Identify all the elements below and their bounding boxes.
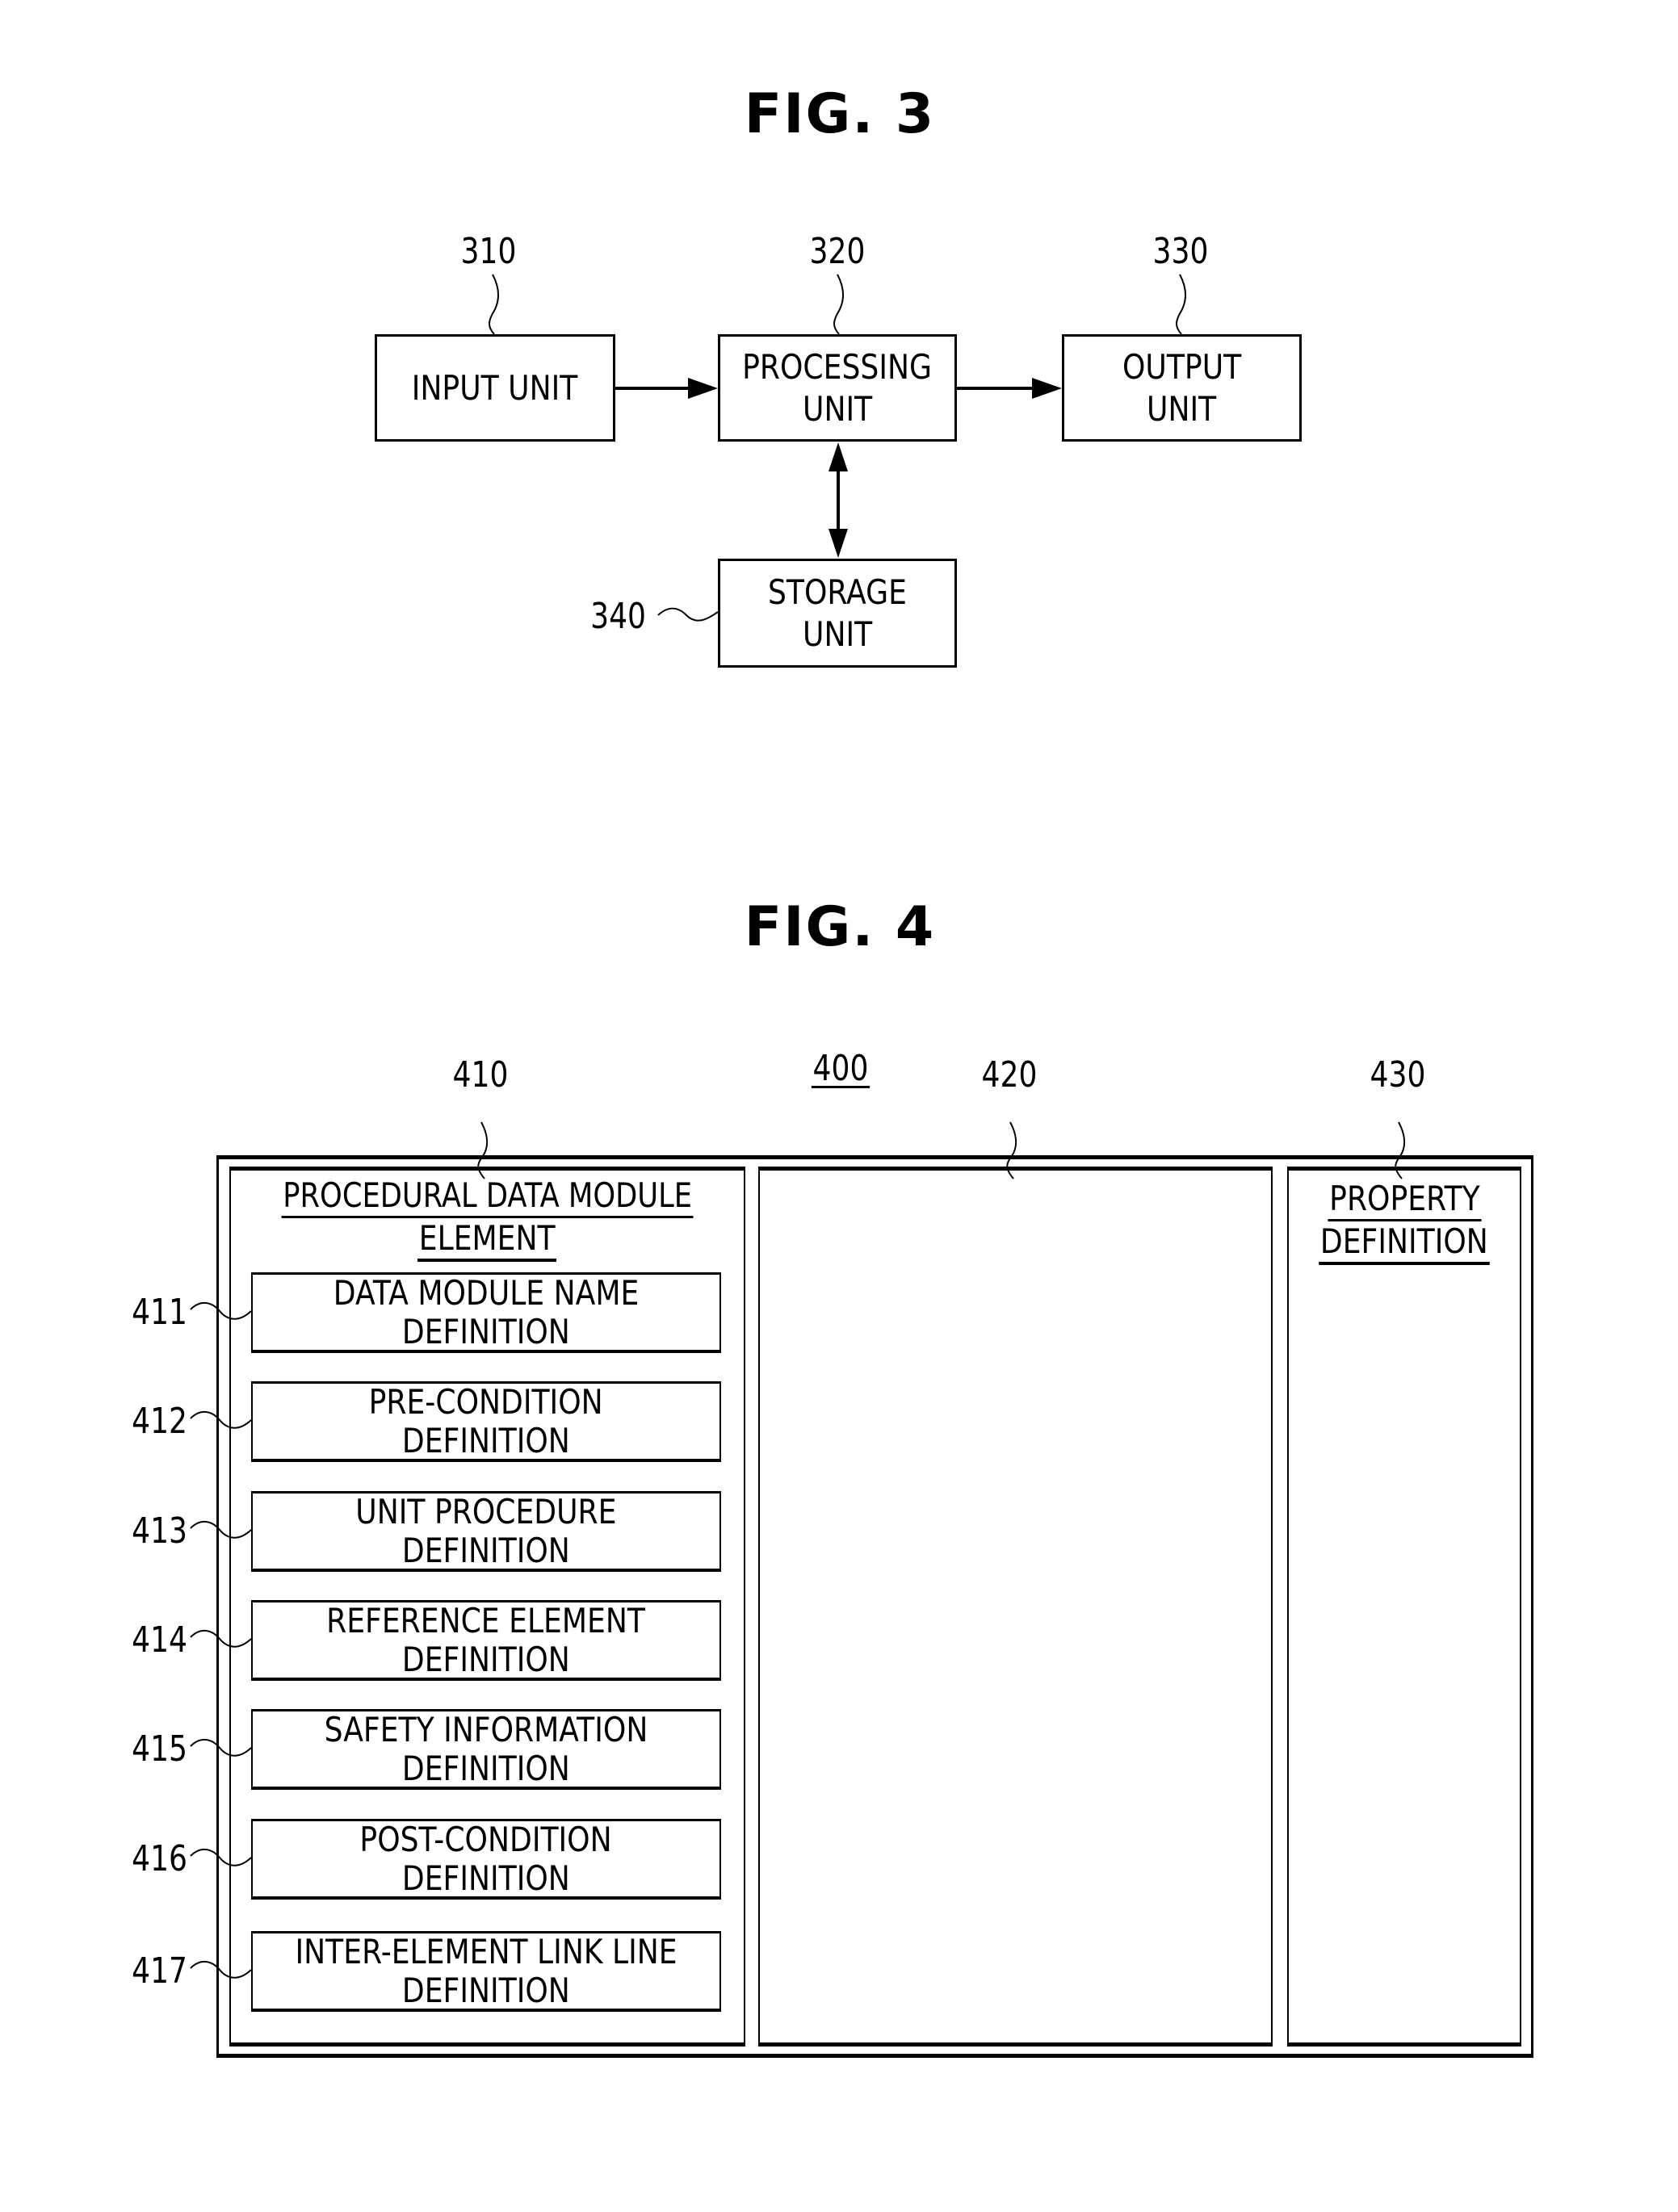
item-label-line2: DEFINITION: [402, 1858, 570, 1898]
ref-414: 414: [132, 1619, 187, 1661]
item-label-line2: DEFINITION: [402, 1639, 570, 1679]
canvas-panel[interactable]: [758, 1167, 1273, 2047]
leader-340: [657, 607, 719, 622]
item-label-line1: REFERENCE ELEMENT: [326, 1600, 646, 1640]
ref-420: 420: [981, 1054, 1038, 1096]
element-palette-heading-line1: PROCEDURAL DATA MODULE: [281, 1175, 694, 1218]
ref-411: 411: [132, 1292, 187, 1333]
palette-item-post-condition[interactable]: POST-CONDITION DEFINITION: [251, 1819, 721, 1900]
palette-item-reference-element[interactable]: REFERENCE ELEMENT DEFINITION: [251, 1600, 721, 1681]
ref-412: 412: [132, 1401, 187, 1442]
item-label-line1: UNIT PROCEDURE: [355, 1491, 617, 1531]
fig4-title: FIG. 4: [744, 895, 936, 959]
arrowhead-input-to-processing: [688, 378, 718, 399]
item-label-line1: POST-CONDITION: [359, 1819, 613, 1859]
palette-item-data-module-name[interactable]: DATA MODULE NAME DEFINITION: [251, 1272, 721, 1353]
ref-413: 413: [132, 1510, 187, 1552]
arrowhead-processing-to-output: [1032, 378, 1062, 399]
item-label-line2: DEFINITION: [402, 1311, 570, 1351]
item-label-line1: PRE-CONDITION: [368, 1381, 604, 1422]
palette-item-pre-condition[interactable]: PRE-CONDITION DEFINITION: [251, 1381, 721, 1462]
ref-417: 417: [132, 1950, 187, 1992]
item-label-line2: DEFINITION: [402, 1420, 570, 1460]
palette-item-unit-procedure[interactable]: UNIT PROCEDURE DEFINITION: [251, 1491, 721, 1572]
palette-item-safety-information[interactable]: SAFETY INFORMATION DEFINITION: [251, 1709, 721, 1790]
item-label-line1: INTER-ELEMENT LINK LINE: [295, 1931, 677, 1971]
item-label-line1: SAFETY INFORMATION: [324, 1709, 648, 1749]
item-label-line2: DEFINITION: [402, 1970, 570, 2010]
ref-400: 400: [808, 1051, 874, 1088]
palette-item-inter-element-link-line[interactable]: INTER-ELEMENT LINK LINE DEFINITION: [251, 1931, 721, 2012]
leader-330: [1176, 274, 1186, 335]
element-palette-heading-line2: ELEMENT: [417, 1218, 557, 1262]
arrowhead-down-storage: [829, 529, 848, 558]
ref-415: 415: [132, 1728, 187, 1770]
ref-416: 416: [132, 1838, 187, 1879]
property-definition-heading: PROPERTY DEFINITION: [1289, 1179, 1520, 1265]
property-heading-line2: DEFINITION: [1319, 1221, 1490, 1265]
item-label-line2: DEFINITION: [402, 1530, 570, 1570]
item-label-line2: DEFINITION: [402, 1748, 570, 1788]
item-label-line1: DATA MODULE NAME: [333, 1272, 640, 1313]
ref-400-text: 400: [811, 1048, 870, 1089]
ref-430: 430: [1370, 1054, 1426, 1096]
ref-410: 410: [452, 1054, 509, 1096]
element-palette-heading: PROCEDURAL DATA MODULE ELEMENT: [231, 1175, 744, 1262]
leader-310: [489, 274, 499, 335]
property-heading-line1: PROPERTY: [1328, 1179, 1481, 1221]
property-definition-panel: PROPERTY DEFINITION: [1287, 1167, 1521, 2047]
leader-320: [833, 274, 844, 335]
arrowhead-up-processing: [829, 442, 848, 471]
